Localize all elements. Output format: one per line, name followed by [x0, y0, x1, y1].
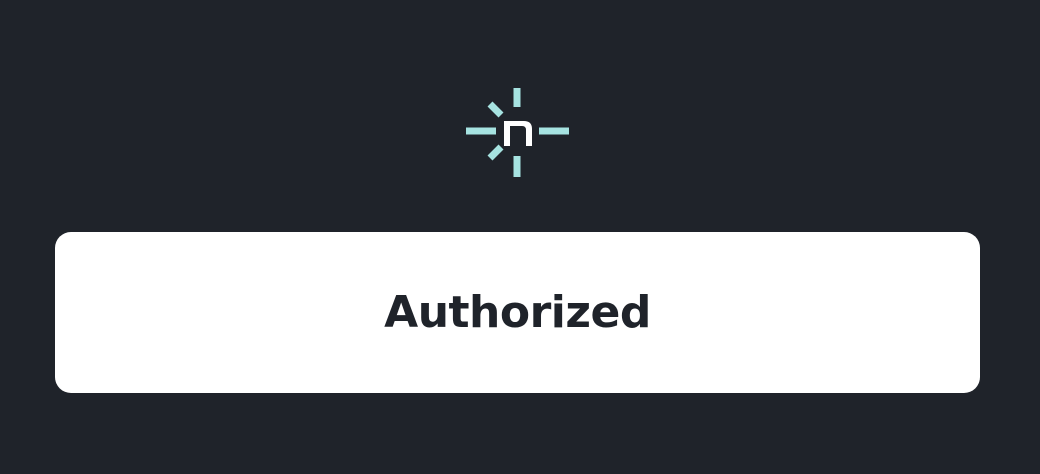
netlify-logo-icon [466, 87, 570, 179]
authorization-status-card: Authorized [55, 232, 980, 393]
authorization-status-title: Authorized [384, 286, 651, 338]
